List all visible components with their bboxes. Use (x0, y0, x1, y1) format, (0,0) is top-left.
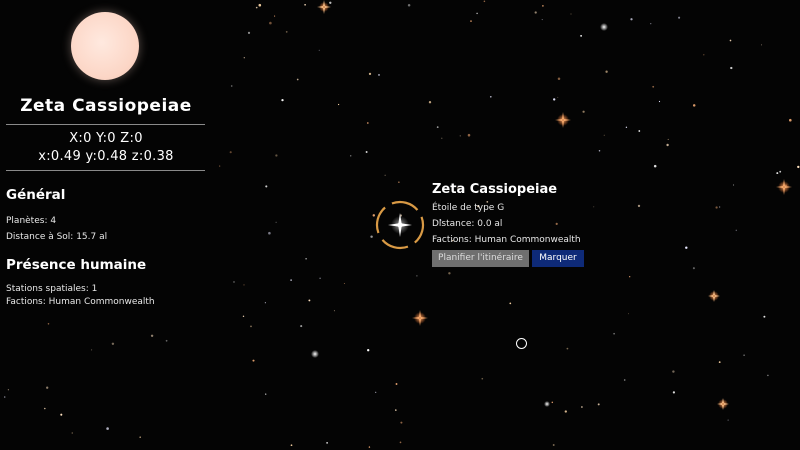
human-presence-section-title: Présence humaine (6, 257, 147, 273)
plan-route-button[interactable]: Planifier l'itinéraire (432, 250, 529, 267)
grid-coordinates: X:0 Y:0 Z:0 (69, 131, 143, 146)
distance-to-sol: Distance à Sol: 15.7 al (6, 232, 108, 242)
cursor-ring (516, 338, 527, 349)
popup-distance: Distance: 0.0 al (432, 219, 503, 229)
star-name-title: Zeta Cassiopeiae (20, 96, 192, 116)
normalized-coordinates: x:0.49 y:0.48 z:0.38 (38, 149, 174, 164)
selected-star-marker[interactable] (374, 199, 426, 251)
star-type: Étoile de type G (432, 203, 505, 213)
factions-list: Factions: Human Commonwealth (6, 297, 155, 307)
divider (6, 170, 205, 171)
mark-button[interactable]: Marquer (532, 250, 584, 267)
planets-count: Planètes: 4 (6, 216, 57, 226)
popup-star-name: Zeta Cassiopeiae (432, 182, 558, 197)
star-preview-disc (71, 12, 139, 80)
space-stations-count: Stations spatiales: 1 (6, 284, 98, 294)
general-section-title: Général (6, 187, 66, 203)
popup-factions: Factions: Human Commonwealth (432, 235, 581, 245)
divider (6, 124, 205, 125)
star-info-panel: Zeta Cassiopeiae X:0 Y:0 Z:0 x:0.49 y:0.… (0, 0, 212, 450)
